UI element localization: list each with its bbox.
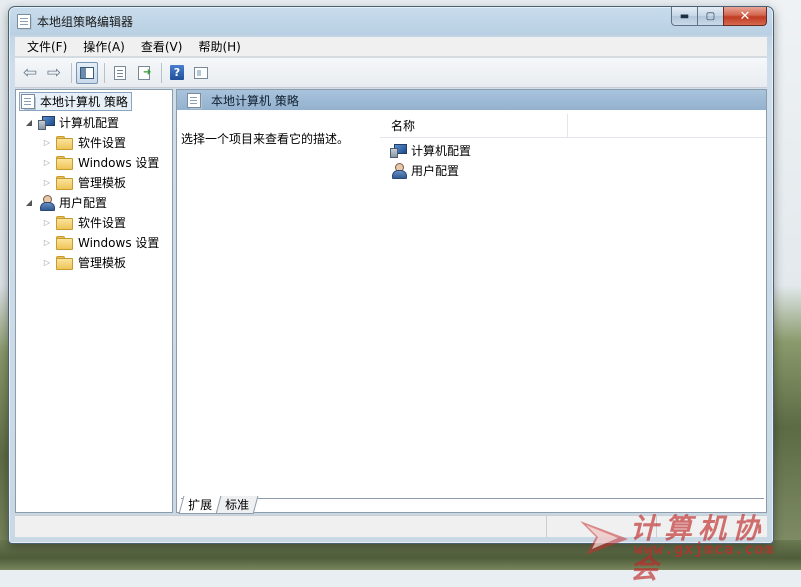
collapsed-arrow-icon[interactable]: ▷ — [42, 258, 52, 267]
tree-item-admin-templates[interactable]: ▷ 管理模板 — [42, 252, 126, 272]
tree-item-label: 用户配置 — [59, 195, 108, 210]
list-item-label: 计算机配置 — [411, 143, 472, 158]
tab-label: 标准 — [225, 498, 250, 512]
user-icon — [390, 162, 407, 179]
back-arrow-icon: ⇦ — [22, 62, 38, 83]
folder-icon — [56, 215, 73, 230]
tree-item-user-config[interactable]: ◢ 用户配置 — [24, 192, 107, 212]
tab-label: 扩展 — [188, 498, 213, 512]
tree-item-windows-settings[interactable]: ▷ Windows 设置 — [42, 232, 159, 252]
item-list[interactable]: 名称 计算机配置 用户配置 — [380, 113, 766, 494]
maximize-button[interactable]: ▢ — [697, 7, 723, 26]
list-item-user-config[interactable]: 用户配置 — [390, 160, 459, 180]
list-item-label: 用户配置 — [411, 163, 460, 178]
tree-item-label: 管理模板 — [78, 255, 127, 270]
tree-item-software-settings[interactable]: ▷ 软件设置 — [42, 132, 126, 152]
console-tree[interactable]: 本地计算机 策略 ◢ 计算机配置 ▷ 软件设置 ▷ Windows 设置 ▷ 管… — [15, 89, 173, 513]
column-header-name[interactable]: 名称 — [380, 113, 568, 138]
tree-item-software-settings[interactable]: ▷ 软件设置 — [42, 212, 126, 232]
app-icon[interactable] — [17, 14, 31, 29]
expanded-arrow-icon[interactable]: ◢ — [24, 198, 34, 207]
help-icon: ? — [170, 65, 184, 80]
details-header-title: 本地计算机 策略 — [211, 93, 299, 108]
policy-document-icon — [187, 92, 201, 108]
details-header: 本地计算机 策略 — [177, 90, 766, 110]
back-button[interactable]: ⇦ — [19, 62, 41, 84]
tree-item-label: 计算机配置 — [59, 115, 120, 130]
tree-item-computer-config[interactable]: ◢ 计算机配置 — [24, 112, 119, 132]
description-text: 选择一个项目来查看它的描述。 — [181, 132, 350, 146]
watermark-url: www.gxjmca.com — [634, 540, 775, 558]
properties-icon — [114, 65, 126, 80]
toolbar: ⇦ ⇨ ? — [15, 58, 767, 88]
menu-file[interactable]: 文件(F) — [19, 38, 75, 55]
menu-action[interactable]: 操作(A) — [75, 38, 133, 55]
watermark: 计算机协会 www.gxjmca.com — [578, 505, 798, 585]
console-tree-icon — [80, 66, 94, 79]
tree-item-admin-templates[interactable]: ▷ 管理模板 — [42, 172, 126, 192]
menu-view[interactable]: 查看(V) — [133, 38, 191, 55]
toolbar-separator — [104, 62, 105, 83]
tab-extended[interactable]: 扩展 — [178, 496, 222, 514]
main-window: 本地组策略编辑器 ▬ ▢ ✕ 文件(F) 操作(A) 查看(V) 帮助(H) ⇦… — [8, 6, 774, 544]
computer-icon — [390, 143, 407, 158]
action-pane-icon — [194, 66, 208, 79]
folder-icon — [56, 175, 73, 190]
tree-item-label: Windows 设置 — [78, 155, 160, 170]
collapsed-arrow-icon[interactable]: ▷ — [42, 158, 52, 167]
tree-item-label: 软件设置 — [78, 215, 127, 230]
watermark-logo-icon — [580, 521, 628, 555]
tree-item-label: 本地计算机 策略 — [40, 95, 128, 109]
export-list-button[interactable] — [133, 62, 155, 84]
forward-button[interactable]: ⇨ — [43, 62, 65, 84]
close-button[interactable]: ✕ — [723, 7, 767, 26]
collapsed-arrow-icon[interactable]: ▷ — [42, 178, 52, 187]
computer-icon — [38, 115, 55, 130]
user-icon — [38, 194, 55, 211]
export-list-icon — [138, 65, 151, 80]
tree-item-label: Windows 设置 — [78, 235, 160, 250]
tab-standard[interactable]: 标准 — [215, 496, 259, 514]
tree-item-label: 管理模板 — [78, 175, 127, 190]
tree-item-windows-settings[interactable]: ▷ Windows 设置 — [42, 152, 159, 172]
properties-button[interactable] — [109, 62, 131, 84]
collapsed-arrow-icon[interactable]: ▷ — [42, 138, 52, 147]
menu-bar: 文件(F) 操作(A) 查看(V) 帮助(H) — [15, 37, 767, 57]
list-item-computer-config[interactable]: 计算机配置 — [390, 140, 471, 160]
toolbar-separator — [161, 62, 162, 83]
desktop-background-right — [770, 0, 801, 570]
collapsed-arrow-icon[interactable]: ▷ — [42, 218, 52, 227]
title-bar[interactable]: 本地组策略编辑器 ▬ ▢ ✕ — [9, 7, 773, 35]
window-title: 本地组策略编辑器 — [37, 15, 134, 29]
help-button[interactable]: ? — [166, 62, 188, 84]
folder-icon — [56, 155, 73, 170]
show-hide-action-pane-button[interactable] — [190, 62, 212, 84]
folder-icon — [56, 235, 73, 250]
status-segment — [15, 516, 547, 537]
folder-icon — [56, 135, 73, 150]
toolbar-separator — [71, 62, 72, 83]
details-pane: 本地计算机 策略 选择一个项目来查看它的描述。 名称 计算机配置 用户配置 扩展… — [176, 89, 767, 514]
list-column-header: 名称 — [380, 113, 766, 138]
collapsed-arrow-icon[interactable]: ▷ — [42, 238, 52, 247]
policy-document-icon — [21, 94, 35, 109]
folder-icon — [56, 255, 73, 270]
expanded-arrow-icon[interactable]: ◢ — [24, 118, 34, 127]
tree-item-local-policy[interactable]: 本地计算机 策略 — [19, 92, 132, 111]
forward-arrow-icon: ⇨ — [46, 62, 62, 83]
minimize-button[interactable]: ▬ — [671, 7, 697, 26]
menu-help[interactable]: 帮助(H) — [190, 38, 248, 55]
show-hide-tree-button[interactable] — [76, 61, 98, 84]
caption-buttons: ▬ ▢ ✕ — [671, 7, 767, 26]
tree-item-label: 软件设置 — [78, 135, 127, 150]
